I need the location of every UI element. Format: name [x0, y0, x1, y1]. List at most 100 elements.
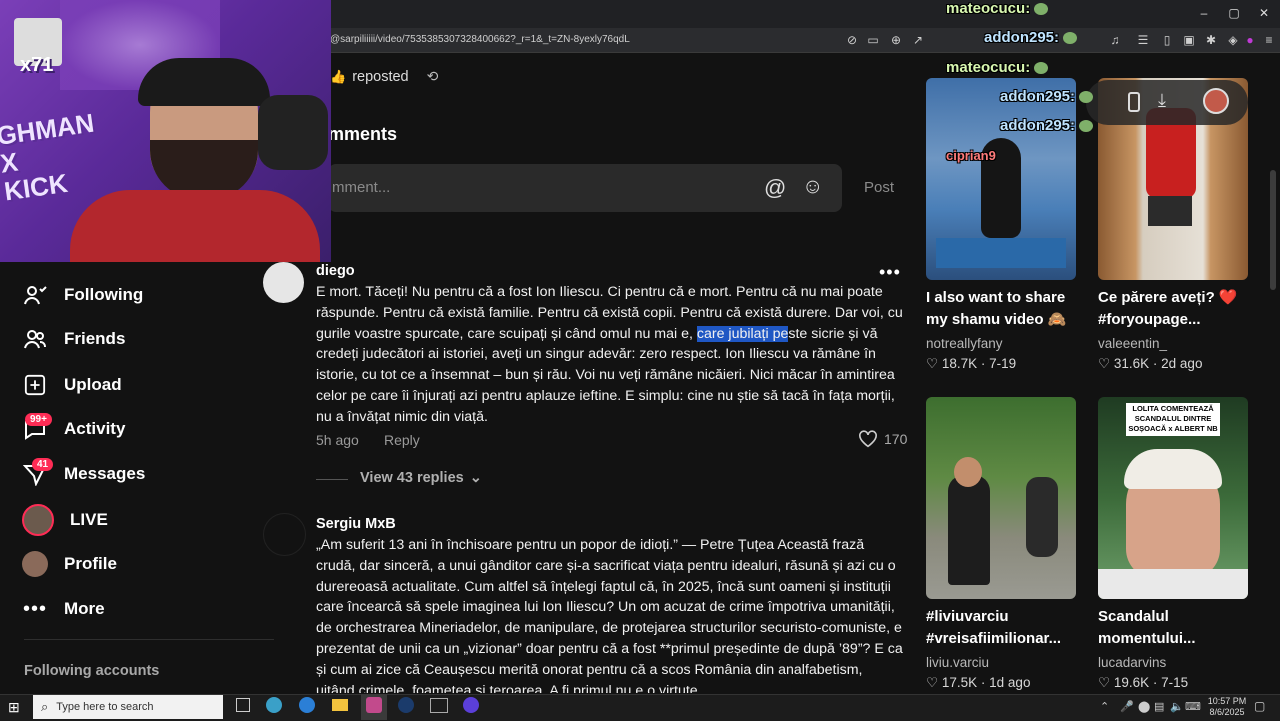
- sidebar-item-following[interactable]: Following: [22, 280, 143, 310]
- video-likes: 18.7K: [941, 356, 978, 371]
- browser-app-icon[interactable]: [366, 697, 382, 713]
- chat-line: addon295:: [984, 29, 1078, 46]
- vpn-icon[interactable]: ◈: [1226, 33, 1240, 47]
- screen-icon[interactable]: ▭: [866, 33, 880, 47]
- view-replies-button[interactable]: View 43 replies ⌄: [360, 470, 482, 486]
- terminal-icon[interactable]: [430, 698, 448, 713]
- media-icon[interactable]: ♫: [1108, 33, 1122, 47]
- network-icon[interactable]: ▤: [1154, 700, 1164, 713]
- pool-shape: [936, 238, 1066, 268]
- avatar[interactable]: [263, 513, 306, 556]
- chat-line: addon295:: [1000, 88, 1094, 105]
- view-replies-label: View 43 replies: [360, 470, 464, 486]
- sidebar-item-profile[interactable]: Profile: [22, 549, 117, 579]
- emote-icon: [1063, 32, 1078, 45]
- reader-icon[interactable]: ☰: [1136, 33, 1150, 47]
- sidebar-item-friends[interactable]: Friends: [22, 324, 125, 354]
- phone-icon[interactable]: [1128, 92, 1140, 112]
- edge-icon[interactable]: [299, 697, 315, 713]
- video-author[interactable]: notreallyfany: [926, 336, 1003, 351]
- video-title[interactable]: #liviuvarciu #vreisafiimilionar...: [926, 606, 1086, 650]
- menu-icon[interactable]: ≡: [1262, 33, 1276, 47]
- comment-username[interactable]: diego: [316, 263, 355, 279]
- following-icon: [22, 282, 48, 308]
- video-author[interactable]: valeeentin_: [1098, 336, 1167, 351]
- sidebar-icon[interactable]: ▯: [1160, 33, 1174, 47]
- chat-username: mateocucu:: [946, 59, 1031, 76]
- mention-icon[interactable]: @: [764, 175, 786, 201]
- avatar[interactable]: [1203, 88, 1229, 114]
- heart-icon: [859, 430, 877, 448]
- task-view-icon[interactable]: [236, 698, 250, 712]
- like-button[interactable]: 170: [858, 430, 907, 448]
- sidebar-item-live[interactable]: LIVE: [22, 504, 108, 536]
- video-author[interactable]: lucadarvins: [1098, 655, 1166, 670]
- emote-icon: [1079, 120, 1094, 133]
- video-title[interactable]: Scandalul momentului...: [1098, 606, 1258, 650]
- avatar[interactable]: [263, 262, 304, 303]
- obs-icon[interactable]: [463, 697, 479, 713]
- language-icon[interactable]: ⌨: [1185, 700, 1201, 713]
- volume-icon[interactable]: 🔈: [1170, 700, 1184, 713]
- system-tray-up-icon[interactable]: ⌃: [1100, 700, 1109, 713]
- sidebar-item-label: Activity: [64, 419, 126, 438]
- post-button[interactable]: Post: [864, 179, 894, 196]
- chat-line: mateocucu:: [946, 0, 1049, 17]
- repost-icon[interactable]: ⟲: [427, 68, 439, 85]
- selected-text: care jubilați pe: [696, 325, 789, 342]
- url-text[interactable]: @sarpiliiiii/video/7535385307328400662?_…: [330, 34, 630, 45]
- video-thumbnail[interactable]: [926, 397, 1076, 599]
- comment-input[interactable]: mment... @ ☺: [328, 164, 842, 212]
- zoom-icon[interactable]: ⊕: [889, 33, 903, 47]
- person-shape: [1026, 477, 1058, 557]
- video-likes: 31.6K: [1113, 356, 1150, 371]
- taskbar-search[interactable]: ⌕ Type here to search: [33, 695, 223, 719]
- copilot-icon[interactable]: [266, 697, 282, 713]
- sidebar-item-label: Messages: [64, 464, 146, 483]
- extensions-icon[interactable]: ✱: [1204, 33, 1218, 47]
- more-options-icon[interactable]: •••: [879, 262, 901, 283]
- taskbar-clock[interactable]: 10:57 PM 8/6/2025: [1205, 696, 1249, 718]
- video-thumbnail[interactable]: [926, 78, 1076, 280]
- comment-time: 5h ago: [316, 432, 359, 448]
- sidebar-item-label: Upload: [64, 375, 122, 394]
- scrollbar[interactable]: [1270, 170, 1276, 290]
- notifications-icon[interactable]: ▢: [1254, 699, 1265, 713]
- location-icon[interactable]: ⬤: [1138, 700, 1150, 713]
- minimize-button[interactable]: –: [1194, 4, 1214, 22]
- sidebar-item-more[interactable]: ••• More: [22, 594, 105, 624]
- maximize-button[interactable]: ▢: [1224, 4, 1244, 22]
- webcam-overlay: x71 GHMAN X KICK: [0, 0, 331, 262]
- sidebar-item-upload[interactable]: Upload: [22, 370, 122, 400]
- share-icon[interactable]: ↗: [911, 33, 925, 47]
- video-date: 7-15: [1161, 675, 1189, 690]
- comment-text: E mort. Tăceți! Nu pentru că a fost Ion …: [316, 282, 904, 428]
- profile-icon-browser[interactable]: ●: [1243, 33, 1257, 47]
- heart-icon: ♡: [1098, 675, 1111, 690]
- activity-badge: 99+: [25, 413, 52, 426]
- reposted-row[interactable]: 👍 reposted ⟲: [330, 68, 438, 85]
- emoji-icon[interactable]: ☺: [802, 175, 823, 199]
- sidebar-divider: [24, 639, 274, 640]
- friends-icon: [22, 326, 48, 352]
- wallet-icon[interactable]: ▣: [1182, 33, 1196, 47]
- messages-badge: 41: [32, 458, 54, 471]
- file-explorer-icon[interactable]: [332, 699, 348, 711]
- microphone-icon[interactable]: 🎤: [1120, 700, 1134, 713]
- close-button[interactable]: ✕: [1254, 4, 1274, 22]
- chat-line: ciprian9: [946, 148, 996, 163]
- video-thumbnail[interactable]: LOLITA COMENTEAZĂ SCANDALUL DINTRE SOȘOA…: [1098, 397, 1248, 599]
- comment-username[interactable]: Sergiu MxB: [316, 516, 396, 532]
- video-title[interactable]: Ce părere aveți? ❤️ #foryoupage...: [1098, 287, 1258, 331]
- heart-icon: ♡: [926, 675, 939, 690]
- video-title[interactable]: I also want to share my shamu video 🙈: [926, 287, 1086, 331]
- windows-start-icon[interactable]: ⊞: [8, 699, 20, 716]
- download-icon[interactable]: ⤓: [1158, 90, 1166, 111]
- reply-button[interactable]: Reply: [384, 432, 420, 448]
- comment-placeholder: mment...: [332, 179, 391, 196]
- video-author[interactable]: liviu.varciu: [926, 655, 989, 670]
- tracking-off-icon[interactable]: ⊘: [845, 33, 859, 47]
- steam-icon[interactable]: [398, 697, 414, 713]
- chat-username: ciprian9: [946, 148, 996, 163]
- webcam-overlay-text: GHMAN X KICK: [0, 107, 96, 207]
